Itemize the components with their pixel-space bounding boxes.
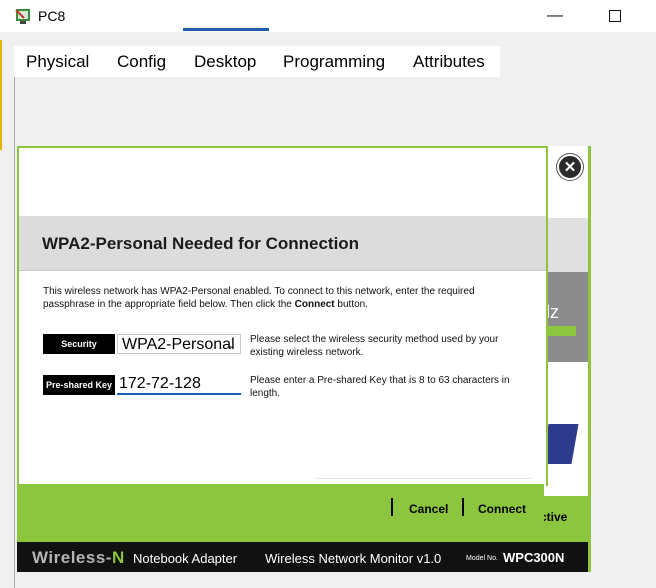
- dialog-header: WPA2-Personal Needed for Connection: [19, 216, 546, 271]
- pre-shared-key-input[interactable]: [117, 375, 241, 395]
- minimize-button[interactable]: —: [540, 4, 570, 28]
- dialog-footer: Cancel Connect: [17, 484, 544, 542]
- left-accent-bar: [0, 40, 2, 150]
- model-number: WPC300N: [503, 550, 565, 565]
- pre-shared-key-label: Pre-shared Key: [43, 375, 115, 395]
- chevron-down-icon: ⌄: [226, 339, 236, 351]
- close-icon[interactable]: ✕: [557, 154, 583, 180]
- key-help-text: Please enter a Pre-shared Key that is 8 …: [250, 375, 510, 399]
- wpa2-dialog: WPA2-Personal Needed for Connection This…: [17, 146, 548, 486]
- connect-button[interactable]: Connect: [478, 502, 526, 516]
- window-titlebar: PC8 —: [0, 0, 656, 32]
- security-select[interactable]: WPA2-Personal ⌄: [117, 334, 241, 354]
- tab-attributes[interactable]: Attributes: [413, 46, 485, 77]
- cancel-button[interactable]: Cancel: [409, 502, 448, 516]
- background-footer: ctive: [540, 496, 588, 542]
- maximize-button[interactable]: [600, 4, 630, 28]
- security-label: Security: [43, 334, 115, 354]
- footer-separator: [391, 498, 393, 516]
- tab-config[interactable]: Config: [117, 46, 166, 77]
- tab-desktop[interactable]: Desktop: [194, 46, 256, 77]
- packet-tracer-pc-icon: [15, 9, 30, 24]
- tab-programming[interactable]: Programming: [283, 46, 385, 77]
- brand-wireless-logo: Wireless-N: [32, 548, 125, 567]
- dialog-title: WPA2-Personal Needed for Connection: [42, 234, 360, 253]
- footer-separator: [462, 498, 464, 516]
- tab-bar: Physical Config Desktop Programming Attr…: [14, 46, 500, 77]
- brand-bar: Wireless-N Notebook Adapter Wireless Net…: [17, 542, 588, 572]
- dialog-description: This wireless network has WPA2-Personal …: [43, 286, 475, 310]
- monitor-version: Wireless Network Monitor v1.0: [265, 551, 442, 566]
- brand-subtitle: Notebook Adapter: [133, 551, 238, 566]
- window-title: PC8: [38, 8, 66, 24]
- model-label: Model No.: [466, 555, 498, 562]
- active-tab-indicator: [183, 28, 269, 31]
- tab-physical[interactable]: Physical: [26, 46, 89, 77]
- dialog-divider: [315, 478, 531, 479]
- security-help-text: Please select the wireless security meth…: [250, 334, 499, 358]
- background-partial-label: ctive: [540, 510, 568, 524]
